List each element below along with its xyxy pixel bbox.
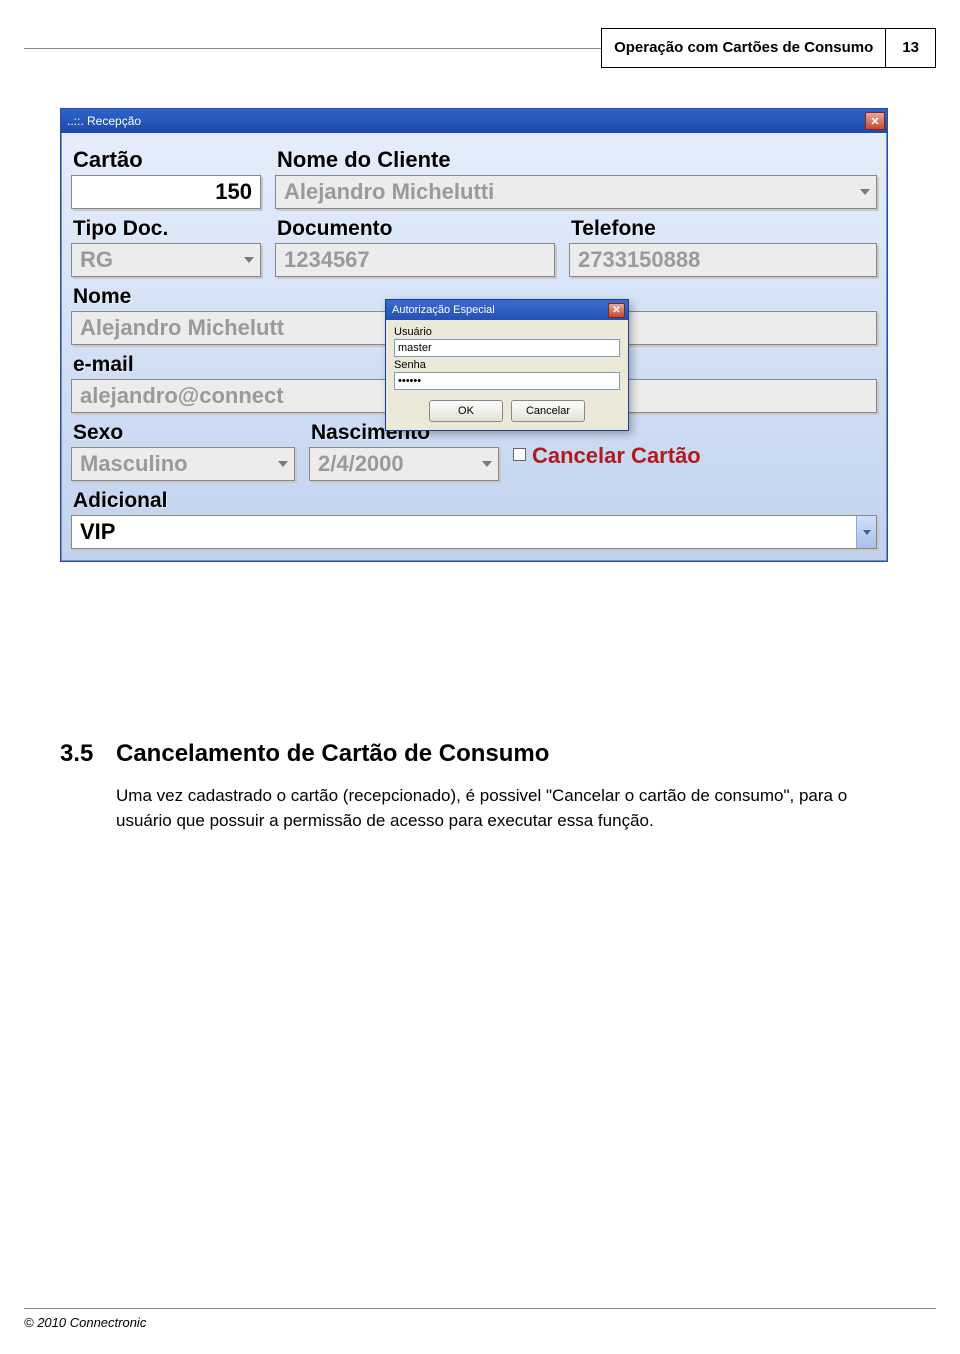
label-nome-cliente: Nome do Cliente [275, 141, 877, 175]
checkbox-icon[interactable] [513, 448, 526, 461]
label-usuario: Usuário [394, 326, 620, 338]
chevron-down-icon [860, 187, 870, 197]
copyright: © 2010 Connectronic [24, 1315, 146, 1330]
section-number: 3.5 [60, 740, 116, 768]
label-cartao: Cartão [71, 141, 261, 175]
section-title: Cancelamento de Cartão de Consumo [116, 740, 549, 767]
section-3-5: 3.5Cancelamento de Cartão de Consumo Uma… [60, 740, 900, 833]
usuario-field[interactable] [394, 339, 620, 357]
header-title-box: Operação com Cartões de Consumo 13 [601, 28, 936, 68]
reception-window: ..::. Recepção ✕ Cartão 150 Nome do Clie… [60, 108, 888, 562]
nome-cliente-value: Alejandro Michelutti [284, 179, 494, 205]
auth-dialog-titlebar[interactable]: Autorização Especial ✕ [386, 300, 628, 320]
auth-dialog-title: Autorização Especial [392, 304, 608, 316]
adicional-combo[interactable]: VIP [71, 515, 877, 549]
nome-cliente-combo[interactable]: Alejandro Michelutti [275, 175, 877, 209]
window-title: ..::. Recepção [67, 114, 865, 128]
close-icon[interactable]: ✕ [865, 112, 885, 130]
auth-dialog: Autorização Especial ✕ Usuário Senha OK … [385, 299, 629, 431]
label-tipo-doc: Tipo Doc. [71, 211, 261, 243]
ok-button[interactable]: OK [429, 400, 503, 422]
label-adicional: Adicional [71, 483, 877, 515]
adicional-value: VIP [80, 519, 115, 545]
header-page-number: 13 [886, 29, 935, 67]
cancel-button[interactable]: Cancelar [511, 400, 585, 422]
tipo-doc-combo[interactable]: RG [71, 243, 261, 277]
header-title: Operação com Cartões de Consumo [602, 29, 886, 67]
nascimento-value: 2/4/2000 [318, 451, 404, 477]
auth-dialog-body: Usuário Senha OK Cancelar [386, 320, 628, 430]
chevron-down-icon [482, 459, 492, 469]
sexo-combo[interactable]: Masculino [71, 447, 295, 481]
label-documento: Documento [275, 211, 555, 243]
section-paragraph: Uma vez cadastrado o cartão (recepcionad… [116, 784, 900, 833]
chevron-down-icon [244, 255, 254, 265]
window-body: Cartão 150 Nome do Cliente Alejandro Mic… [61, 133, 887, 561]
cartao-field[interactable]: 150 [71, 175, 261, 209]
page-header: Operação com Cartões de Consumo 13 [0, 28, 960, 68]
sexo-value: Masculino [80, 451, 188, 477]
chevron-down-icon [856, 516, 876, 548]
label-senha: Senha [394, 359, 620, 371]
section-heading: 3.5Cancelamento de Cartão de Consumo [60, 740, 900, 768]
documento-field[interactable]: 1234567 [275, 243, 555, 277]
tipo-doc-value: RG [80, 247, 113, 273]
label-sexo: Sexo [71, 415, 295, 447]
label-telefone: Telefone [569, 211, 877, 243]
nascimento-combo[interactable]: 2/4/2000 [309, 447, 499, 481]
page-footer: © 2010 Connectronic [24, 1308, 936, 1330]
telefone-field[interactable]: 2733150888 [569, 243, 877, 277]
cancelar-cartao-label: Cancelar Cartão [532, 443, 701, 469]
chevron-down-icon [278, 459, 288, 469]
window-titlebar[interactable]: ..::. Recepção ✕ [61, 109, 887, 133]
close-icon[interactable]: ✕ [608, 303, 625, 318]
senha-field[interactable] [394, 372, 620, 390]
